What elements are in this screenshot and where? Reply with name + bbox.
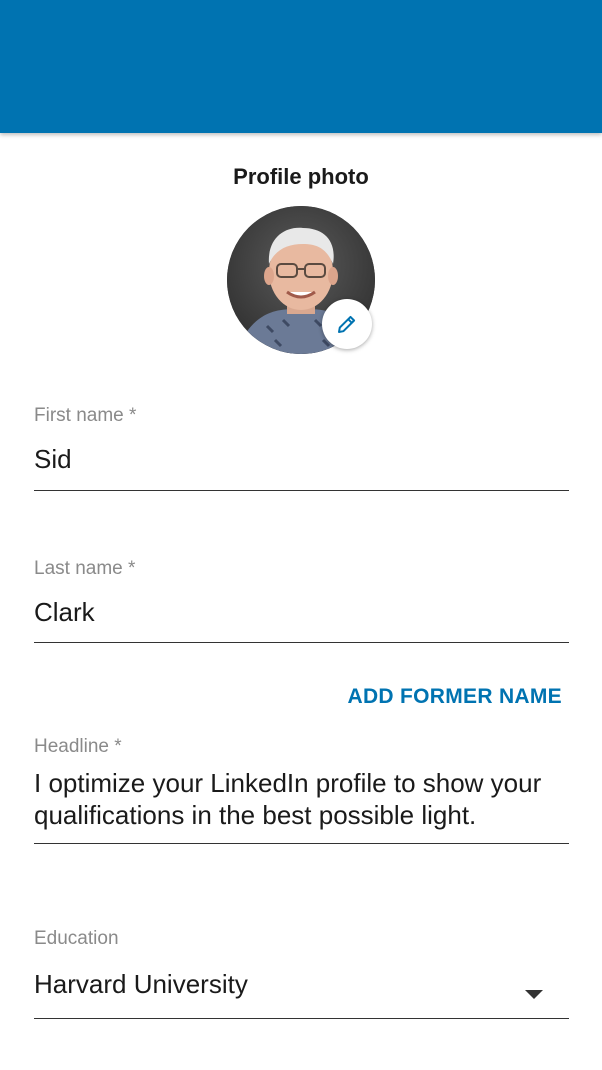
first-name-label: First name *: [34, 405, 137, 426]
education-select[interactable]: Harvard University: [34, 968, 569, 1000]
first-name-field[interactable]: First name * Sid: [34, 405, 569, 495]
headline-field[interactable]: Headline * I optimize your LinkedIn prof…: [34, 736, 569, 848]
first-name-underline: [34, 490, 569, 491]
dropdown-arrow-icon[interactable]: [525, 990, 543, 999]
education-field[interactable]: Education Harvard University: [34, 928, 569, 1024]
first-name-input[interactable]: Sid: [34, 443, 569, 475]
edit-photo-button[interactable]: [322, 299, 372, 349]
headline-input-line-1[interactable]: I optimize your LinkedIn profile to show…: [34, 767, 569, 799]
last-name-input[interactable]: Clark: [34, 596, 569, 628]
headline-input-line-2[interactable]: qualifications in the best possible ligh…: [34, 799, 569, 831]
education-underline: [34, 1018, 569, 1019]
add-former-name-button[interactable]: ADD FORMER NAME: [348, 685, 563, 709]
last-name-field[interactable]: Last name * Clark: [34, 558, 569, 648]
last-name-label: Last name *: [34, 558, 136, 579]
headline-label: Headline *: [34, 736, 122, 757]
profile-photo-title: Profile photo: [233, 164, 369, 189]
last-name-underline: [34, 642, 569, 643]
headline-underline: [34, 843, 569, 844]
top-app-bar: [0, 0, 602, 133]
pencil-icon: [338, 315, 356, 333]
education-label: Education: [34, 928, 119, 949]
